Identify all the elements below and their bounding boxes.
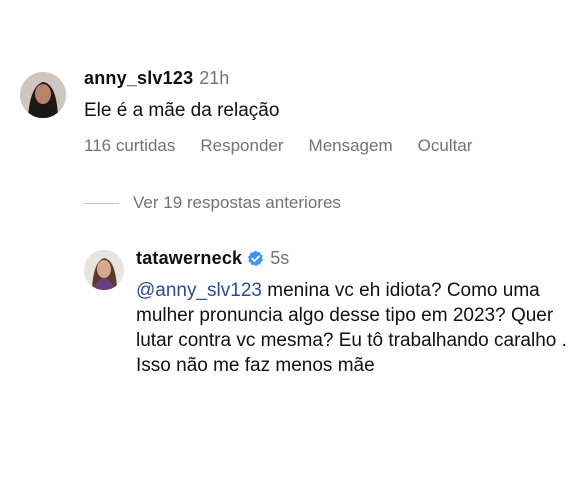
reply-button[interactable]: Responder <box>200 136 283 155</box>
avatar-image <box>84 250 124 290</box>
timestamp: 21h <box>199 68 230 88</box>
comment-actions: 116 curtidas Responder Mensagem Ocultar <box>84 136 497 156</box>
mention-link[interactable]: @anny_slv123 <box>136 280 262 301</box>
avatar[interactable] <box>20 72 66 118</box>
username[interactable]: tatawerneck <box>136 248 242 269</box>
reply-header: tatawerneck 5s <box>136 248 289 269</box>
divider <box>84 203 119 205</box>
view-previous-replies[interactable]: Ver 19 respostas anteriores <box>84 193 341 213</box>
hide-button[interactable]: Ocultar <box>418 136 473 155</box>
likes-count[interactable]: 116 curtidas <box>84 136 175 155</box>
comment-header: anny_slv123 21h <box>84 68 229 89</box>
username[interactable]: anny_slv123 <box>84 68 193 88</box>
view-previous-replies-label: Ver 19 respostas anteriores <box>133 193 341 212</box>
timestamp: 5s <box>270 248 290 268</box>
reply-text: @anny_slv123 menina vc eh idiota? Como u… <box>136 278 576 378</box>
message-button[interactable]: Mensagem <box>309 136 393 155</box>
verified-badge-icon <box>248 250 264 267</box>
comment-text: Ele é a mãe da relação <box>84 100 280 121</box>
avatar-image <box>20 72 66 118</box>
avatar[interactable] <box>84 250 124 290</box>
